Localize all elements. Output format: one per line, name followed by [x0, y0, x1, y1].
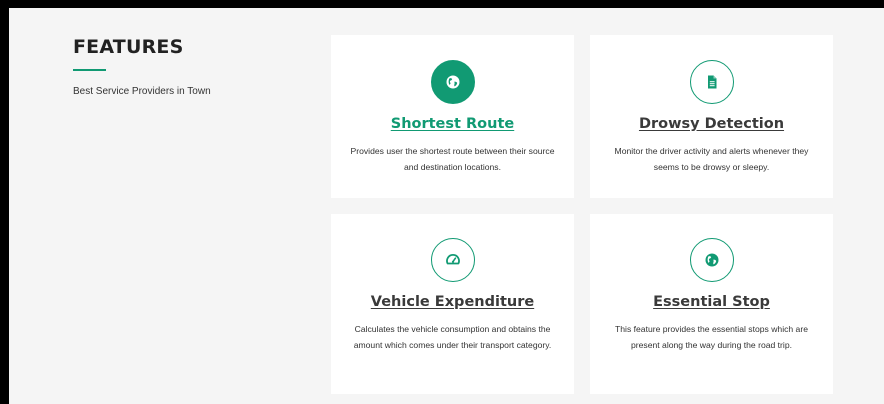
section-title: FEATURES [73, 36, 184, 58]
drowsy-detection-link[interactable]: Drowsy Detection [590, 116, 833, 132]
feature-card-drowsy-detection: Drowsy Detection Monitor the driver acti… [590, 35, 833, 198]
feature-card-essential-stop: Essential Stop This feature provides the… [590, 214, 833, 394]
features-intro: FEATURES Best Service Providers in Town [73, 36, 211, 97]
feature-card-vehicle-expenditure: Vehicle Expenditure Calculates the vehic… [331, 214, 574, 394]
essential-stop-link[interactable]: Essential Stop [590, 294, 833, 310]
vehicle-expenditure-description: Calculates the vehicle consumption and o… [353, 324, 552, 350]
features-page: FEATURES Best Service Providers in Town … [9, 8, 884, 404]
globe-icon [689, 238, 734, 282]
essential-stop-description: This feature provides the essential stop… [615, 324, 808, 350]
title-underline [73, 69, 106, 71]
globe-icon [430, 60, 475, 104]
shortest-route-description: Provides user the shortest route between… [350, 146, 555, 172]
feature-card-shortest-route: Shortest Route Provides user the shortes… [331, 35, 574, 198]
document-icon [689, 60, 734, 104]
vehicle-expenditure-link[interactable]: Vehicle Expenditure [331, 294, 574, 310]
section-subtitle: Best Service Providers in Town [73, 86, 211, 97]
speedometer-icon [430, 238, 475, 282]
shortest-route-link[interactable]: Shortest Route [331, 116, 574, 132]
drowsy-detection-description: Monitor the driver activity and alerts w… [614, 146, 809, 172]
